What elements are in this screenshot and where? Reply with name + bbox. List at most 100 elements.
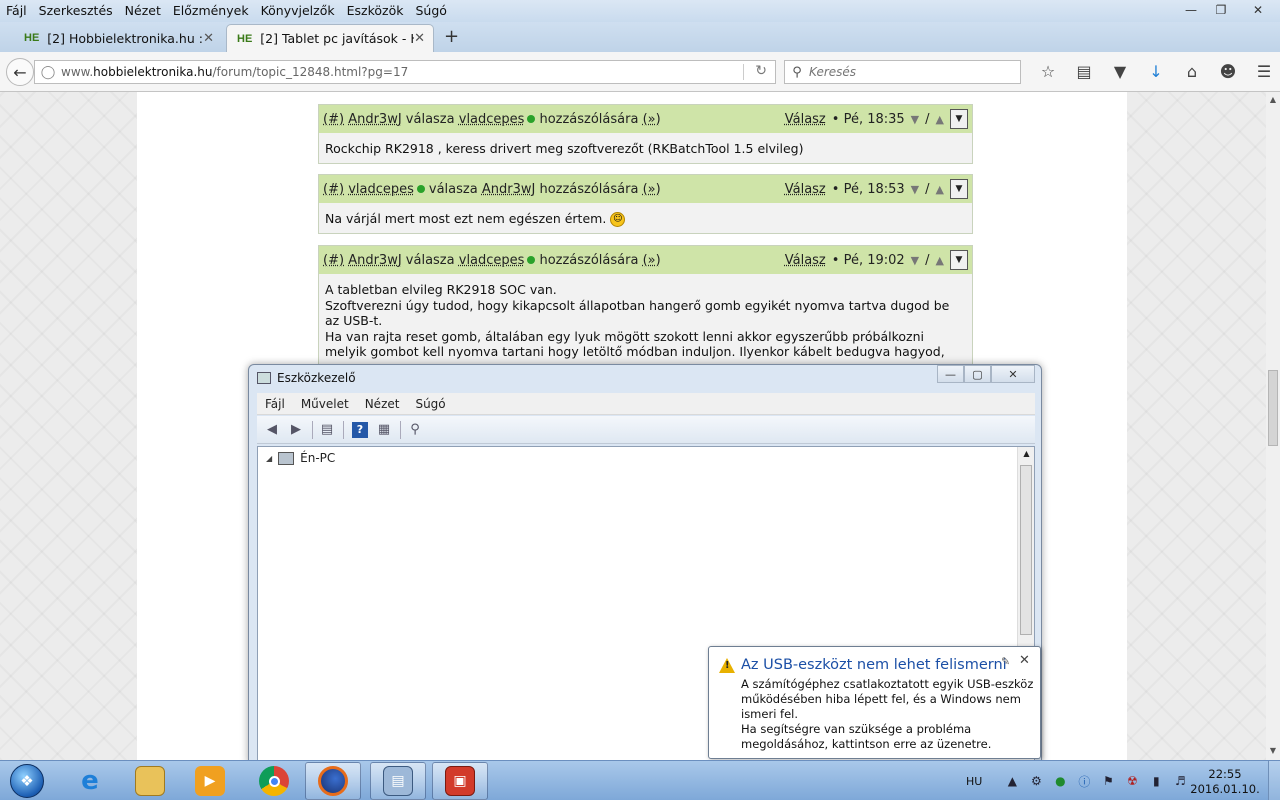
thumbs-up-icon[interactable]: ▲ bbox=[936, 183, 944, 196]
menu-bookmarks[interactable]: Könyvjelzők bbox=[255, 0, 341, 22]
properties-icon[interactable]: ▤ bbox=[316, 420, 338, 440]
close-button[interactable]: ✕ bbox=[1236, 0, 1280, 20]
dm-menu-action[interactable]: Művelet bbox=[293, 397, 357, 411]
dm-menu-view[interactable]: Nézet bbox=[357, 397, 408, 411]
new-tab-button[interactable]: + bbox=[444, 26, 459, 47]
show-hidden-icons[interactable]: ▲ bbox=[1000, 774, 1024, 788]
menu-view[interactable]: Nézet bbox=[119, 0, 167, 22]
menu-file[interactable]: Fájl bbox=[0, 0, 33, 22]
info-icon[interactable]: ⓘ bbox=[1072, 773, 1096, 790]
dm-minimize-button[interactable]: — bbox=[937, 365, 964, 383]
restore-button[interactable]: ❐ bbox=[1206, 0, 1236, 20]
usb-device-icon[interactable]: ⚙ bbox=[1024, 774, 1048, 788]
security-icon[interactable]: ☢ bbox=[1120, 774, 1144, 788]
post-menu-dropdown[interactable]: ▼ bbox=[950, 250, 968, 270]
show-desktop-button[interactable] bbox=[1268, 761, 1280, 800]
menu-history[interactable]: Előzmények bbox=[167, 0, 255, 22]
reading-list-icon[interactable]: ▤ bbox=[1066, 62, 1102, 81]
target-user-link[interactable]: vladcepes bbox=[459, 112, 525, 127]
language-indicator[interactable]: HU bbox=[966, 775, 982, 788]
back-button[interactable]: ← bbox=[6, 58, 34, 86]
bookmark-star-icon[interactable]: ☆ bbox=[1030, 62, 1066, 81]
tree-node-computer[interactable]: ◢ Én-PC bbox=[266, 451, 335, 465]
tab-close-icon[interactable]: ✕ bbox=[414, 31, 425, 46]
search-icon: ⚲ bbox=[792, 64, 802, 80]
thumbs-down-icon[interactable]: ▼ bbox=[911, 183, 919, 196]
reload-icon[interactable]: ↻ bbox=[755, 63, 767, 79]
scroll-up-arrow-icon[interactable]: ▲ bbox=[1018, 449, 1035, 458]
pin-icon[interactable]: ✎ bbox=[1001, 655, 1010, 668]
post-menu-dropdown[interactable]: ▼ bbox=[950, 109, 968, 129]
search-box[interactable]: ⚲ bbox=[784, 60, 1021, 84]
url-bar[interactable]: ◯ www.hobbielektronika.hu/forum/topic_12… bbox=[34, 60, 776, 84]
taskbar-chrome[interactable] bbox=[246, 762, 302, 800]
post-number-link[interactable]: (#) bbox=[323, 182, 344, 197]
post-number-link[interactable]: (#) bbox=[323, 112, 344, 127]
expand-triangle-icon[interactable]: ◢ bbox=[266, 454, 272, 463]
tab-close-icon[interactable]: ✕ bbox=[203, 31, 214, 46]
forum-post: (#) Andr3wJ válasza vladcepes hozzászólá… bbox=[318, 245, 973, 370]
volume-icon[interactable]: ♬ bbox=[1168, 774, 1192, 788]
parent-post-link[interactable]: (») bbox=[643, 112, 661, 127]
minimize-button[interactable]: — bbox=[1176, 0, 1206, 20]
action-center-flag-icon[interactable]: ⚑ bbox=[1096, 774, 1120, 788]
parent-post-link[interactable]: (») bbox=[643, 253, 661, 268]
post-number-link[interactable]: (#) bbox=[323, 253, 344, 268]
author-link[interactable]: Andr3wJ bbox=[348, 253, 401, 268]
parent-post-link[interactable]: (») bbox=[643, 182, 661, 197]
menu-edit[interactable]: Szerkesztés bbox=[33, 0, 119, 22]
thumbs-up-icon[interactable]: ▲ bbox=[936, 113, 944, 126]
pocket-icon[interactable]: ▼ bbox=[1102, 62, 1138, 81]
taskbar-firefox[interactable] bbox=[305, 762, 361, 800]
usb-notification-balloon[interactable]: Az USB-eszközt nem lehet felismerni ✎ ✕ … bbox=[708, 646, 1041, 759]
system-clock[interactable]: 22:55 2016.01.10. bbox=[1190, 767, 1260, 797]
taskbar-toolbox[interactable]: ▣ bbox=[432, 762, 488, 800]
scrollbar-thumb[interactable] bbox=[1268, 370, 1278, 446]
back-arrow-icon[interactable]: ◀ bbox=[261, 420, 283, 440]
taskbar-media-player[interactable]: ▶ bbox=[182, 762, 238, 800]
antivirus-icon[interactable]: ● bbox=[1048, 774, 1072, 788]
target-user-link[interactable]: vladcepes bbox=[459, 253, 525, 268]
forward-arrow-icon[interactable]: ▶ bbox=[285, 420, 307, 440]
taskbar-device-manager[interactable]: ▤ bbox=[370, 762, 426, 800]
network-signal-icon[interactable]: ▮ bbox=[1144, 774, 1168, 788]
device-tree-scrollbar[interactable]: ▲ bbox=[1017, 447, 1034, 647]
scroll-up-arrow-icon[interactable]: ▲ bbox=[1266, 95, 1280, 104]
thumbs-up-icon[interactable]: ▲ bbox=[936, 254, 944, 267]
chat-icon[interactable]: ☻ bbox=[1210, 62, 1246, 81]
reply-button[interactable]: Válasz bbox=[785, 253, 826, 268]
dm-close-button[interactable]: ✕ bbox=[991, 365, 1035, 383]
notification-close-icon[interactable]: ✕ bbox=[1019, 653, 1030, 668]
hamburger-menu-icon[interactable]: ☰ bbox=[1246, 62, 1280, 81]
tab-tablet-pc[interactable]: HE [2] Tablet pc javítások - Ho... ✕ bbox=[226, 24, 434, 52]
reply-button[interactable]: Válasz bbox=[785, 182, 826, 197]
dm-maximize-button[interactable]: ▢ bbox=[964, 365, 991, 383]
menu-tools[interactable]: Eszközök bbox=[341, 0, 410, 22]
target-user-link[interactable]: Andr3wJ bbox=[482, 182, 535, 197]
dm-menu-help[interactable]: Súgó bbox=[407, 397, 453, 411]
home-icon[interactable]: ⌂ bbox=[1174, 62, 1210, 81]
page-scrollbar[interactable]: ▲ ▼ bbox=[1266, 92, 1280, 760]
taskbar-internet-explorer[interactable]: e bbox=[62, 762, 118, 800]
view-icon[interactable]: ▦ bbox=[373, 420, 395, 440]
reply-word: válasza bbox=[405, 111, 455, 127]
author-link[interactable]: vladcepes bbox=[348, 182, 414, 197]
scan-hardware-icon[interactable]: ⚲ bbox=[404, 420, 426, 440]
author-link[interactable]: Andr3wJ bbox=[348, 112, 401, 127]
taskbar-explorer[interactable] bbox=[122, 762, 178, 800]
post-menu-dropdown[interactable]: ▼ bbox=[950, 179, 968, 199]
help-icon[interactable]: ? bbox=[352, 421, 368, 438]
search-input[interactable] bbox=[809, 65, 1009, 79]
dm-menu-file[interactable]: Fájl bbox=[257, 397, 293, 411]
download-icon[interactable]: ↓ bbox=[1138, 62, 1174, 81]
scroll-down-arrow-icon[interactable]: ▼ bbox=[1266, 746, 1280, 755]
reply-button[interactable]: Válasz bbox=[785, 112, 826, 127]
thumbs-down-icon[interactable]: ▼ bbox=[911, 254, 919, 267]
menu-help[interactable]: Súgó bbox=[409, 0, 452, 22]
thumbs-down-icon[interactable]: ▼ bbox=[911, 113, 919, 126]
firefox-icon bbox=[318, 766, 348, 796]
start-button[interactable]: ❖ bbox=[2, 762, 52, 800]
scrollbar-thumb[interactable] bbox=[1020, 465, 1032, 635]
reply-suffix: hozzászólására bbox=[539, 181, 639, 197]
tab-hobbielektronika[interactable]: HE [2] Hobbielektronika.hu :: ✕ bbox=[14, 24, 222, 52]
